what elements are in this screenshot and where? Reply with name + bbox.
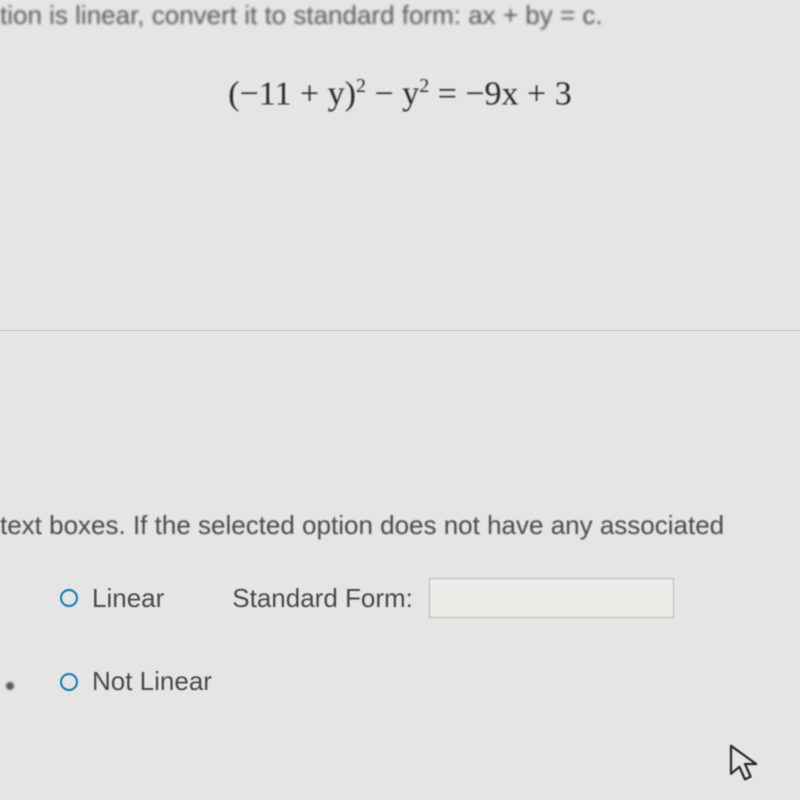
option-not-linear-row: Not Linear [60, 666, 674, 697]
answer-options: Linear Standard Form: Not Linear [60, 578, 674, 745]
section-divider [0, 330, 800, 331]
question-instruction-partial: tion is linear, convert it to standard f… [0, 0, 603, 31]
option-linear-label: Linear [92, 583, 164, 614]
equation-lhs-2: − y [366, 75, 419, 112]
equation-exp-1: 2 [356, 75, 366, 97]
equation-display: (−11 + y)2 − y2 = −9x + 3 [228, 75, 571, 113]
equation-rhs: = −9x + 3 [429, 75, 572, 112]
option-not-linear-label: Not Linear [92, 666, 212, 697]
answer-instruction-partial: text boxes. If the selected option does … [0, 510, 724, 541]
standard-form-input[interactable] [429, 578, 674, 618]
option-linear-row: Linear Standard Form: [60, 578, 674, 618]
radio-linear[interactable] [60, 589, 78, 607]
cursor-icon [728, 743, 762, 790]
equation-lhs-1: (−11 + y) [228, 75, 356, 112]
equation-exp-2: 2 [419, 75, 429, 97]
radio-not-linear[interactable] [60, 673, 78, 691]
standard-form-label: Standard Form: [232, 583, 413, 614]
decorative-dot [6, 682, 14, 690]
